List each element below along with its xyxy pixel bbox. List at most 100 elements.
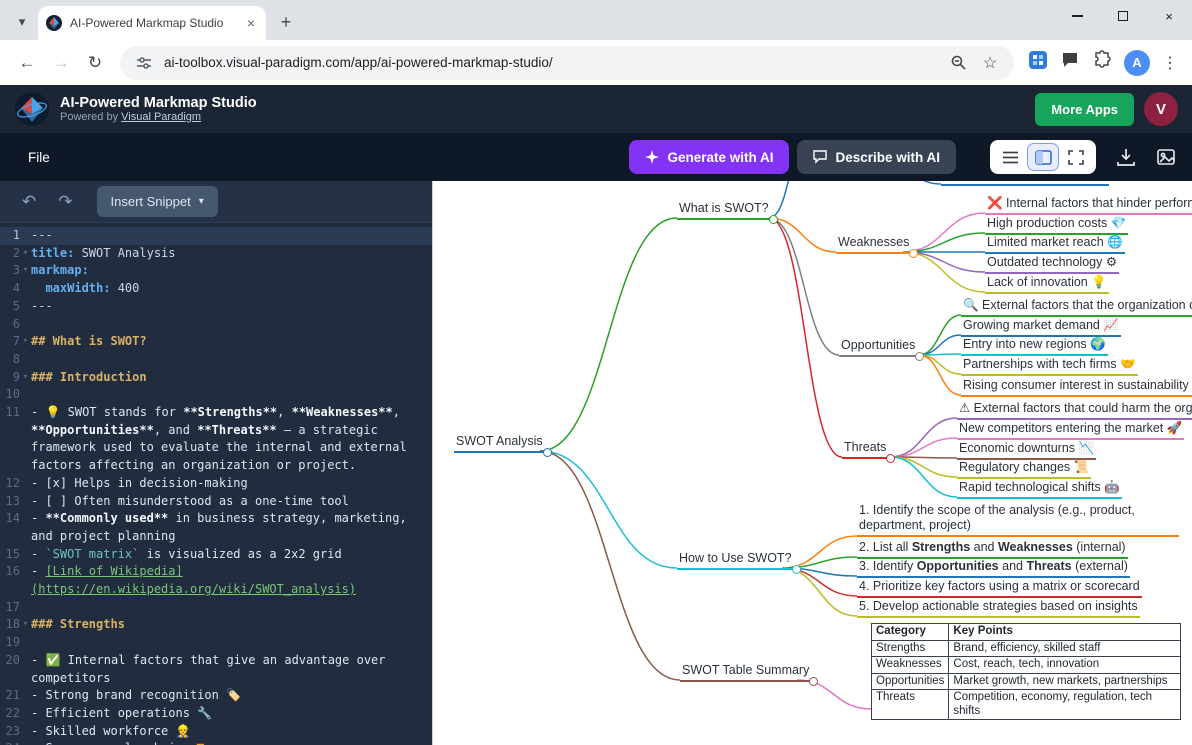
- editor-line[interactable]: 17: [0, 599, 432, 617]
- map-node-thr-1[interactable]: ⚠ External factors that could harm the o…: [957, 401, 1192, 420]
- insert-snippet-button[interactable]: Insert Snippet ▾: [97, 186, 218, 217]
- fold-chevron-icon[interactable]: ▾: [20, 262, 31, 280]
- url-text[interactable]: ai-toolbox.visual-paradigm.com/app/ai-po…: [164, 55, 938, 70]
- fullscreen-view-icon[interactable]: [1061, 144, 1091, 170]
- editor-line[interactable]: 1---: [0, 227, 432, 245]
- editor-line[interactable]: 22- Efficient operations 🔧: [0, 705, 432, 723]
- map-node-how-1[interactable]: 1. Identify the scope of the analysis (e…: [857, 503, 1179, 537]
- editor-line[interactable]: 9▾### Introduction: [0, 369, 432, 387]
- map-node-opp-1[interactable]: 🔍 External factors that the organization…: [961, 298, 1192, 317]
- visual-paradigm-link[interactable]: Visual Paradigm: [121, 111, 201, 123]
- download-icon[interactable]: [1116, 147, 1136, 167]
- new-tab-button[interactable]: +: [272, 8, 300, 36]
- editor-line[interactable]: 4 maxWidth: 400: [0, 280, 432, 298]
- zoom-indicator-icon[interactable]: [946, 54, 970, 71]
- window-close-button[interactable]: ×: [1146, 0, 1192, 32]
- map-node-thr-3[interactable]: Economic downturns 📉: [957, 441, 1096, 460]
- redo-icon[interactable]: ↷: [50, 188, 80, 216]
- editor-line[interactable]: 7▾## What is SWOT?: [0, 333, 432, 351]
- markmap-canvas[interactable]: SWOT Analysis What is SWOT? Secure supply …: [432, 181, 1192, 745]
- line-number: 9: [0, 369, 20, 387]
- map-node-how-3[interactable]: 3. Identify Opportunities and Threats (e…: [857, 559, 1130, 578]
- map-node-weaknesses[interactable]: Weaknesses: [836, 235, 911, 254]
- more-apps-button[interactable]: More Apps: [1035, 93, 1134, 126]
- code-token: **Opportunities**: [31, 423, 154, 437]
- window-minimize-button[interactable]: [1054, 0, 1100, 32]
- undo-icon[interactable]: ↶: [14, 188, 44, 216]
- editor-line[interactable]: 21- Strong brand recognition 🏷️: [0, 687, 432, 705]
- map-node-how-5[interactable]: 5. Develop actionable strategies based o…: [857, 599, 1140, 618]
- editor-line[interactable]: 11- 💡 SWOT stands for **Strengths**, **W…: [0, 404, 432, 475]
- forward-icon[interactable]: →: [46, 48, 76, 78]
- map-node-thr-5[interactable]: Rapid technological shifts 🤖: [957, 480, 1122, 499]
- extension-action-icon[interactable]: [1028, 50, 1048, 75]
- fold-chevron-icon[interactable]: ▾: [20, 616, 31, 634]
- omnibox[interactable]: ai-toolbox.visual-paradigm.com/app/ai-po…: [120, 46, 1014, 80]
- map-node-root[interactable]: SWOT Analysis: [454, 434, 545, 453]
- map-node-what-is-swot[interactable]: What is SWOT?: [677, 201, 771, 220]
- map-node-weak-2[interactable]: High production costs 💎: [985, 216, 1128, 235]
- fold-chevron-icon[interactable]: ▾: [20, 369, 31, 387]
- editor-line[interactable]: 23- Skilled workforce 👷: [0, 723, 432, 741]
- generate-with-ai-button[interactable]: Generate with AI: [629, 140, 789, 174]
- code-editor[interactable]: 1---2▾title: SWOT Analysis3▾markmap:4 ma…: [0, 223, 432, 745]
- editor-line[interactable]: 3▾markmap:: [0, 262, 432, 280]
- map-node-threats[interactable]: Threats: [842, 440, 888, 459]
- map-node-table-summary[interactable]: SWOT Table Summary: [680, 663, 811, 682]
- editor-line[interactable]: 20- ✅ Internal factors that give an adva…: [0, 652, 432, 687]
- export-image-icon[interactable]: [1156, 147, 1176, 167]
- profile-avatar[interactable]: A: [1124, 50, 1150, 76]
- swot-summary-table[interactable]: CategoryKey PointsStrengthsBrand, effici…: [871, 623, 1181, 720]
- editor-line[interactable]: 15- `SWOT matrix` is visualized as a 2x2…: [0, 546, 432, 564]
- tab-close-icon[interactable]: ×: [244, 15, 258, 31]
- fold-chevron-icon[interactable]: ▾: [20, 333, 31, 351]
- map-node-weak-1[interactable]: ❌ Internal factors that hinder performan…: [985, 196, 1192, 215]
- fold-chevron-icon[interactable]: ▾: [20, 245, 31, 263]
- map-node-how-4[interactable]: 4. Prioritize key factors using a matrix…: [857, 579, 1142, 598]
- chat-bubble-icon[interactable]: [1060, 50, 1080, 75]
- map-node-opportunities[interactable]: Opportunities: [839, 338, 917, 357]
- map-node-thr-4[interactable]: Regulatory changes 📜: [957, 460, 1091, 479]
- map-node-how-2[interactable]: 2. List all Strengths and Weaknesses (in…: [857, 540, 1128, 559]
- editor-line[interactable]: 13- [ ] Often misunderstood as a one-tim…: [0, 493, 432, 511]
- editor-line[interactable]: 12- [x] Helps in decision-making: [0, 475, 432, 493]
- reload-icon[interactable]: ↻: [80, 48, 110, 78]
- map-node-opp-2[interactable]: Growing market demand 📈: [961, 318, 1121, 337]
- editor-line-text: [31, 634, 432, 652]
- editor-line[interactable]: 24- Secure supply chain 🚚: [0, 740, 432, 745]
- window-maximize-button[interactable]: [1100, 0, 1146, 32]
- editor-line[interactable]: 5---: [0, 298, 432, 316]
- editor-line[interactable]: 16- [Link of Wikipedia](https://en.wikip…: [0, 563, 432, 598]
- line-number: 12: [0, 475, 20, 493]
- editor-line[interactable]: 19: [0, 634, 432, 652]
- map-node-weak-3[interactable]: Limited market reach 🌐: [985, 235, 1125, 254]
- editor-line[interactable]: 14- **Commonly used** in business strate…: [0, 510, 432, 545]
- map-node-how-to-use[interactable]: How to Use SWOT?: [677, 551, 794, 570]
- editor-line[interactable]: 18▾### Strengths: [0, 616, 432, 634]
- map-node-thr-2[interactable]: New competitors entering the market 🚀: [957, 421, 1184, 440]
- map-node-weak-5[interactable]: Lack of innovation 💡: [985, 275, 1109, 294]
- describe-with-ai-button[interactable]: Describe with AI: [797, 140, 956, 174]
- file-menu-button[interactable]: File: [16, 142, 62, 173]
- map-node-opp-3[interactable]: Entry into new regions 🌍: [961, 337, 1108, 356]
- bookmark-star-icon[interactable]: ☆: [978, 53, 1002, 73]
- fold-gutter-spacer: [20, 493, 31, 511]
- map-node-opp-4[interactable]: Partnerships with tech firms 🤝: [961, 357, 1138, 376]
- tab-search-button[interactable]: ▾: [8, 8, 36, 36]
- map-node-secure-supply-chain[interactable]: Secure supply chain 🚚: [941, 181, 1109, 186]
- site-settings-icon[interactable]: [132, 55, 156, 71]
- extensions-puzzle-icon[interactable]: [1092, 50, 1112, 75]
- map-node-weak-4[interactable]: Outdated technology ⚙: [985, 255, 1119, 274]
- app-toolbar: File Generate with AI Describe with AI: [0, 133, 1192, 181]
- browser-menu-icon[interactable]: ⋮: [1162, 53, 1178, 73]
- editor-line[interactable]: 8: [0, 351, 432, 369]
- back-icon[interactable]: ←: [12, 48, 42, 78]
- map-node-opp-5[interactable]: Rising consumer interest in sustainabili…: [961, 378, 1192, 397]
- browser-tab[interactable]: AI-Powered Markmap Studio ×: [38, 6, 266, 40]
- split-view-icon[interactable]: [1028, 144, 1058, 170]
- editor-line[interactable]: 6: [0, 316, 432, 334]
- editor-line[interactable]: 2▾title: SWOT Analysis: [0, 245, 432, 263]
- editor-only-view-icon[interactable]: [995, 144, 1025, 170]
- editor-line[interactable]: 10: [0, 386, 432, 404]
- account-avatar[interactable]: V: [1144, 92, 1178, 126]
